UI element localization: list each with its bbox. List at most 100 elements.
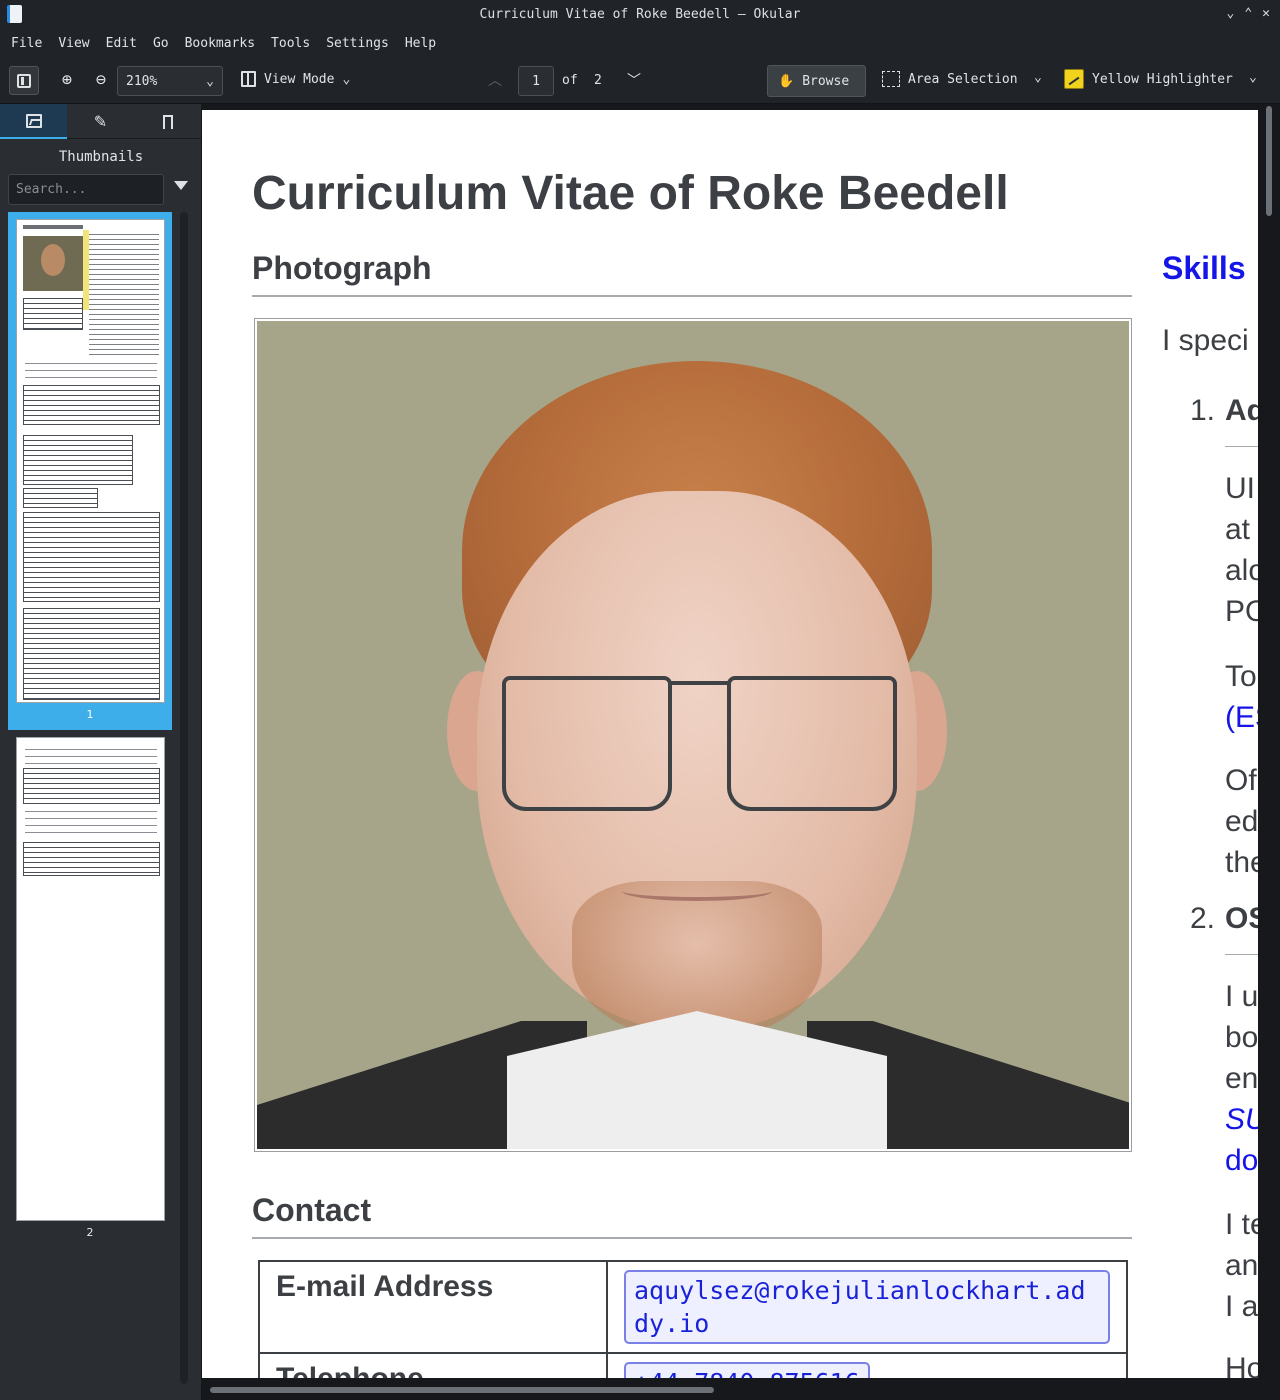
skill-text: bo bbox=[1225, 1021, 1258, 1054]
document-viewport[interactable]: Curriculum Vitae of Roke Beedell Photogr… bbox=[202, 104, 1280, 1400]
skill-text: UI bbox=[1225, 472, 1255, 505]
area-selection-icon bbox=[882, 71, 900, 87]
bookmark-icon bbox=[162, 114, 173, 129]
highlighter-label: Yellow Highlighter bbox=[1092, 71, 1233, 87]
page-of-label: of bbox=[562, 73, 578, 88]
list-number: 1. bbox=[1190, 394, 1216, 427]
horizontal-scrollbar[interactable] bbox=[202, 1378, 1258, 1400]
area-selection-button[interactable]: Area Selection bbox=[882, 71, 1018, 87]
menu-bar: File View Edit Go Bookmarks Tools Settin… bbox=[0, 29, 1280, 57]
minimize-icon[interactable]: ⌄ bbox=[1227, 6, 1235, 21]
skill-text: To bbox=[1225, 660, 1257, 693]
chevron-down-icon: ⌄ bbox=[1249, 70, 1257, 85]
maximize-icon[interactable]: ⌃ bbox=[1244, 6, 1252, 21]
list-item-heading: OS bbox=[1225, 902, 1258, 935]
browse-tool-button[interactable]: ✋ Browse bbox=[767, 65, 866, 97]
zoom-level-value: 210% bbox=[126, 73, 158, 89]
table-row: E-mail Address aquylsez@rokejulianlockha… bbox=[258, 1260, 1128, 1354]
chevron-down-icon: ⌄ bbox=[206, 73, 214, 89]
thumbnail-list: 1 2 bbox=[8, 212, 180, 1392]
skills-heading[interactable]: Skills bbox=[1162, 250, 1246, 287]
main-toolbar: ⊕ ⊖ 210% ⌄ View Mode ⌄ ︿ 1 of 2 ﹀ ✋ Brow… bbox=[0, 57, 1280, 104]
menu-tools[interactable]: Tools bbox=[263, 36, 318, 51]
pen-icon: ✎ bbox=[93, 112, 108, 131]
scrollbar-thumb[interactable] bbox=[1266, 106, 1272, 216]
tab-annotations[interactable]: ✎ bbox=[67, 104, 134, 139]
zoom-out-icon: ⊖ bbox=[95, 70, 107, 90]
yellow-highlighter-button[interactable]: Yellow Highlighter bbox=[1064, 69, 1233, 89]
previous-page-button[interactable]: ︿ bbox=[488, 70, 502, 90]
email-link[interactable]: aquylsez@rokejulianlockhart.addy.io bbox=[624, 1270, 1110, 1344]
image-icon bbox=[25, 113, 42, 128]
list-item-heading: Ad bbox=[1225, 394, 1258, 427]
menu-file[interactable]: File bbox=[3, 36, 50, 51]
menu-view[interactable]: View bbox=[50, 36, 97, 51]
subsection-divider bbox=[1225, 446, 1258, 447]
menu-settings[interactable]: Settings bbox=[318, 36, 397, 51]
skill-link[interactable]: (ES bbox=[1225, 697, 1258, 738]
view-mode-button[interactable]: View Mode ⌄ bbox=[241, 71, 350, 87]
page-number-input[interactable]: 1 bbox=[518, 66, 554, 96]
window-controls: ⌄ ⌃ ✕ bbox=[1227, 6, 1270, 21]
portrait-photo bbox=[254, 318, 1132, 1152]
zoom-in-icon: ⊕ bbox=[61, 70, 73, 90]
contact-label: E-mail Address bbox=[258, 1260, 608, 1354]
skill-link[interactable]: do bbox=[1225, 1140, 1258, 1181]
chevron-down-icon: ⌄ bbox=[342, 71, 351, 87]
skill-link[interactable]: SU bbox=[1225, 1099, 1258, 1140]
browse-label: Browse bbox=[802, 73, 850, 89]
close-icon[interactable]: ✕ bbox=[1262, 6, 1270, 21]
thumbnail-image bbox=[15, 219, 165, 703]
tab-bookmarks[interactable] bbox=[134, 104, 201, 139]
title-bar: Curriculum Vitae of Roke Beedell — Okula… bbox=[0, 0, 1280, 29]
page-number-value: 1 bbox=[532, 73, 540, 89]
tab-thumbnails[interactable] bbox=[0, 104, 67, 139]
zoom-out-button[interactable]: ⊖ bbox=[90, 69, 112, 91]
filter-icon[interactable] bbox=[174, 181, 188, 190]
subsection-divider bbox=[1225, 954, 1258, 955]
menu-bookmarks[interactable]: Bookmarks bbox=[177, 36, 263, 51]
thumbnail-image bbox=[15, 737, 165, 1221]
thumbnail-search-input[interactable]: Search... bbox=[8, 174, 164, 205]
highlighter-dropdown[interactable]: ⌄ bbox=[1249, 70, 1257, 85]
zoom-level-select[interactable]: 210% ⌄ bbox=[117, 66, 223, 96]
sidebar-title: Thumbnails bbox=[58, 149, 144, 165]
skill-text: I te bbox=[1225, 1208, 1258, 1241]
thumbnail-page-number: 2 bbox=[86, 1226, 94, 1239]
next-page-button[interactable]: ﹀ bbox=[627, 70, 641, 90]
skill-text: alo bbox=[1225, 554, 1258, 587]
sidebar-tabs: ✎ bbox=[0, 104, 202, 139]
skill-text: at bbox=[1225, 513, 1251, 546]
vertical-scrollbar[interactable] bbox=[1258, 104, 1280, 1400]
photograph-heading: Photograph bbox=[252, 250, 432, 286]
menu-help[interactable]: Help bbox=[397, 36, 444, 51]
thumbnail-page-1[interactable]: 1 bbox=[8, 212, 172, 730]
okular-app-icon bbox=[7, 5, 22, 23]
search-placeholder: Search... bbox=[16, 182, 87, 197]
chevron-down-icon: ﹀ bbox=[627, 73, 641, 89]
skill-text: I u bbox=[1225, 980, 1258, 1013]
skill-text: I a bbox=[1225, 1290, 1258, 1323]
page-total-label: 2 bbox=[594, 73, 602, 88]
toggle-sidebar-button[interactable] bbox=[9, 66, 39, 95]
view-mode-label: View Mode bbox=[264, 71, 335, 87]
contact-heading: Contact bbox=[252, 1192, 372, 1228]
menu-go[interactable]: Go bbox=[145, 36, 177, 51]
document-title: Curriculum Vitae of Roke Beedell bbox=[252, 167, 1009, 220]
chevron-up-icon: ︿ bbox=[488, 73, 502, 89]
thumbnail-page-number: 1 bbox=[86, 708, 94, 721]
skill-text: en bbox=[1225, 1062, 1258, 1095]
menu-edit[interactable]: Edit bbox=[98, 36, 145, 51]
thumbnail-scrollbar[interactable] bbox=[180, 212, 188, 1384]
sidebar-panel: ✎ Thumbnails Search... 1 2 bbox=[0, 104, 202, 1400]
skills-intro-text: I speci bbox=[1162, 324, 1249, 357]
document-page: Curriculum Vitae of Roke Beedell Photogr… bbox=[202, 110, 1258, 1400]
section-divider bbox=[252, 1237, 1132, 1239]
chevron-down-icon: ⌄ bbox=[1034, 70, 1042, 85]
window-title: Curriculum Vitae of Roke Beedell — Okula… bbox=[479, 7, 801, 22]
area-selection-dropdown[interactable]: ⌄ bbox=[1034, 70, 1042, 85]
section-divider bbox=[252, 295, 1132, 297]
zoom-in-button[interactable]: ⊕ bbox=[56, 69, 78, 91]
thumbnail-page-2[interactable]: 2 bbox=[8, 730, 172, 1250]
scrollbar-thumb[interactable] bbox=[210, 1387, 714, 1393]
